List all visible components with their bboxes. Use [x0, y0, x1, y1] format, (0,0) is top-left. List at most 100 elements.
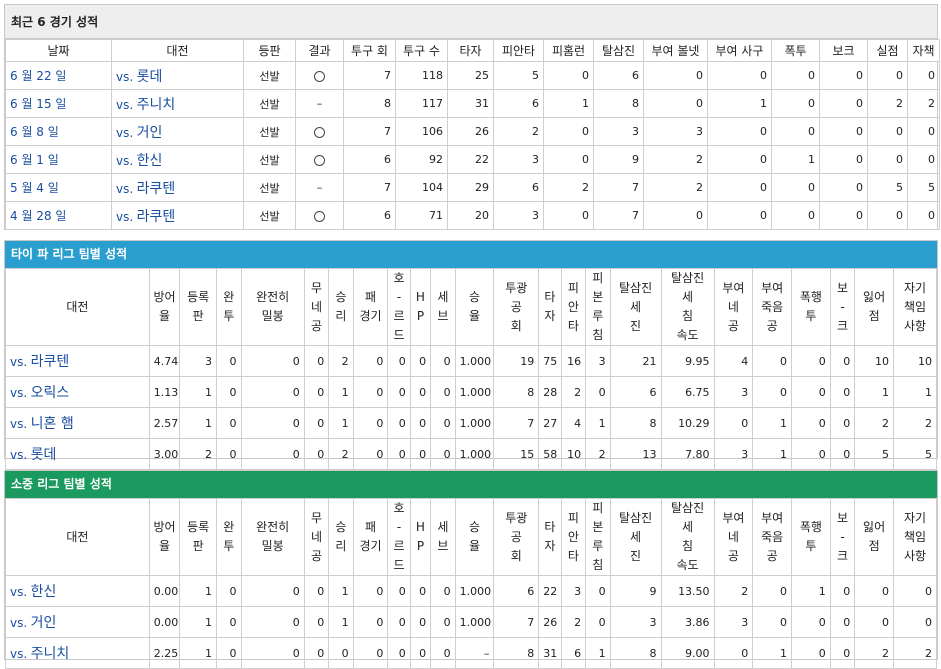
stat-cell: 0 [771, 61, 820, 90]
game-date-link[interactable]: 4 월 28 일 [5, 201, 112, 230]
header-line: 대전 [66, 299, 89, 314]
header-line: 책임 [903, 299, 927, 314]
team-col-header: 잃어 점 [854, 498, 894, 576]
stat-cell: 0 [907, 145, 940, 174]
opponent-link[interactable]: 거인 [31, 615, 57, 631]
opponent-link[interactable]: 라쿠텐 [137, 181, 176, 197]
stat-cell: 6 [593, 61, 644, 90]
stat-cell: 1 [585, 407, 611, 439]
opponent-link[interactable]: 한신 [137, 153, 163, 169]
stat-cell: 106 [395, 117, 448, 146]
header-line: 피 [567, 280, 579, 295]
header-line: 세 [437, 290, 449, 304]
stat-cell: 0 [240, 376, 305, 408]
stat-cell: 2 [560, 376, 587, 408]
opponent-link[interactable]: 니혼 햄 [31, 416, 74, 432]
team-col-header: 타자 [538, 498, 562, 576]
opponent-link[interactable]: 라쿠텐 [31, 354, 70, 370]
header-line: 책임 [903, 529, 927, 544]
stat-cell: 0 [791, 407, 831, 439]
opponent-link[interactable]: 롯데 [137, 69, 163, 85]
team-col-header: 투광 공 회 [493, 268, 540, 346]
stat-cell: 29 [447, 173, 494, 202]
header-line: 보 [836, 510, 849, 525]
stat-cell: 0 [352, 438, 389, 470]
stat-cell: 13.50 [660, 575, 715, 607]
start-cell: 선발 [243, 89, 296, 118]
header-line: 승 [335, 520, 347, 534]
vs-label: vs. [116, 125, 134, 140]
stat-cell: 0 [907, 61, 940, 90]
stat-cell: 0 [707, 145, 772, 174]
team-col-header: 타자 [538, 268, 562, 346]
central-league-title: 소중 리그 팀별 성적 [5, 471, 937, 498]
opponent-link[interactable]: 주니치 [31, 646, 70, 662]
stat-cell: 9 [593, 145, 644, 174]
header-line: 사항 [903, 318, 927, 333]
table-row: vs. 거인 0.00 1 0 0 0 1 0 0 0 0 1.000 7 26 2 0 3 3.86 3 0 0 0 0 0 [5, 606, 938, 638]
header-line: 안 [567, 299, 579, 314]
opponent-link[interactable]: 롯데 [31, 447, 57, 463]
game-date-link[interactable]: 6 월 22 일 [5, 61, 112, 90]
stat-cell: 0 [713, 407, 754, 439]
opponent-link[interactable]: 한신 [31, 584, 57, 600]
stat-cell: 10.29 [660, 407, 715, 439]
stat-cell: 0 [430, 575, 456, 607]
result-cell: – [295, 173, 344, 202]
game-date-link[interactable]: 6 월 8 일 [5, 117, 112, 146]
team-col-header: 폭행 투 [791, 498, 831, 576]
stat-cell: 1 [707, 89, 772, 118]
stat-cell: 1 [328, 575, 354, 607]
game-date-link[interactable]: 6 월 15 일 [5, 89, 112, 118]
vs-label: vs. [10, 616, 28, 630]
header-line: 대전 [66, 529, 89, 544]
recent-col-header: 부여 사구 [707, 39, 772, 62]
team-col-header: 부여 죽음 공 [752, 268, 793, 346]
game-date-link[interactable]: 6 월 1 일 [5, 145, 112, 174]
header-line: 호 [393, 271, 405, 285]
team-col-header: 부여 네 공 [713, 498, 754, 576]
stat-cell: 0 [867, 201, 908, 230]
header-line: 승 [468, 520, 480, 534]
stat-cell: 13 [609, 438, 662, 470]
vs-label: vs. [10, 355, 28, 369]
team-col-header: 무네공 [303, 498, 330, 576]
header-line: 자 [544, 309, 556, 323]
header-line: 판 [192, 539, 204, 553]
vs-label: vs. [10, 417, 28, 431]
header-line: 투 [805, 309, 817, 323]
header-line: - [840, 529, 845, 544]
pacific-header-row: 대전 방어 율 등록 판 완 투 완전히 밀봉 무 네 공 승 리 패 경기 호 - 르 드 H P 세 브 승 율 투광 공 회 타 자 피… [5, 268, 938, 346]
stat-cell: 0 [387, 438, 411, 470]
header-line: 잃어 [863, 520, 886, 534]
stat-cell: 5 [854, 438, 894, 470]
header-line: 공 [310, 548, 322, 563]
stat-cell: 0 [907, 117, 940, 146]
header-line: - [396, 520, 402, 534]
opponent-link[interactable]: 오릭스 [31, 385, 70, 401]
header-line: 투 [223, 309, 235, 323]
header-line: 브 [437, 539, 449, 553]
header-line: 네 [727, 529, 739, 544]
opponent-cell: vs. 니혼 햄 [5, 407, 150, 439]
opponent-cell: vs. 한신 [111, 145, 244, 174]
stat-cell: 8 [609, 407, 662, 439]
recent-col-header: 날짜 [5, 39, 112, 62]
pacific-league-table: 대전 방어 율 등록 판 완 투 완전히 밀봉 무 네 공 승 리 패 경기 호 - 르 드 H P 세 브 승 율 투광 공 회 타 자 피… [5, 268, 938, 470]
opponent-link[interactable]: 주니치 [137, 97, 176, 113]
result-cell [295, 201, 344, 230]
stat-cell: 92 [395, 145, 448, 174]
recent-col-header: 탈삼진 [593, 39, 644, 62]
header-line: 율 [468, 309, 480, 323]
opponent-link[interactable]: 거인 [137, 125, 163, 141]
header-line: 공 [766, 548, 778, 563]
header-line: 공 [510, 529, 522, 544]
team-col-header: 패 경기 [352, 268, 389, 346]
stat-cell: 117 [395, 89, 448, 118]
header-line: 진 [630, 548, 642, 563]
game-date-link[interactable]: 5 월 4 일 [5, 173, 112, 202]
opponent-link[interactable]: 라쿠텐 [137, 209, 176, 225]
header-line: 침 [592, 328, 604, 342]
stat-cell: 0 [713, 637, 754, 669]
stat-cell: 2 [493, 117, 544, 146]
